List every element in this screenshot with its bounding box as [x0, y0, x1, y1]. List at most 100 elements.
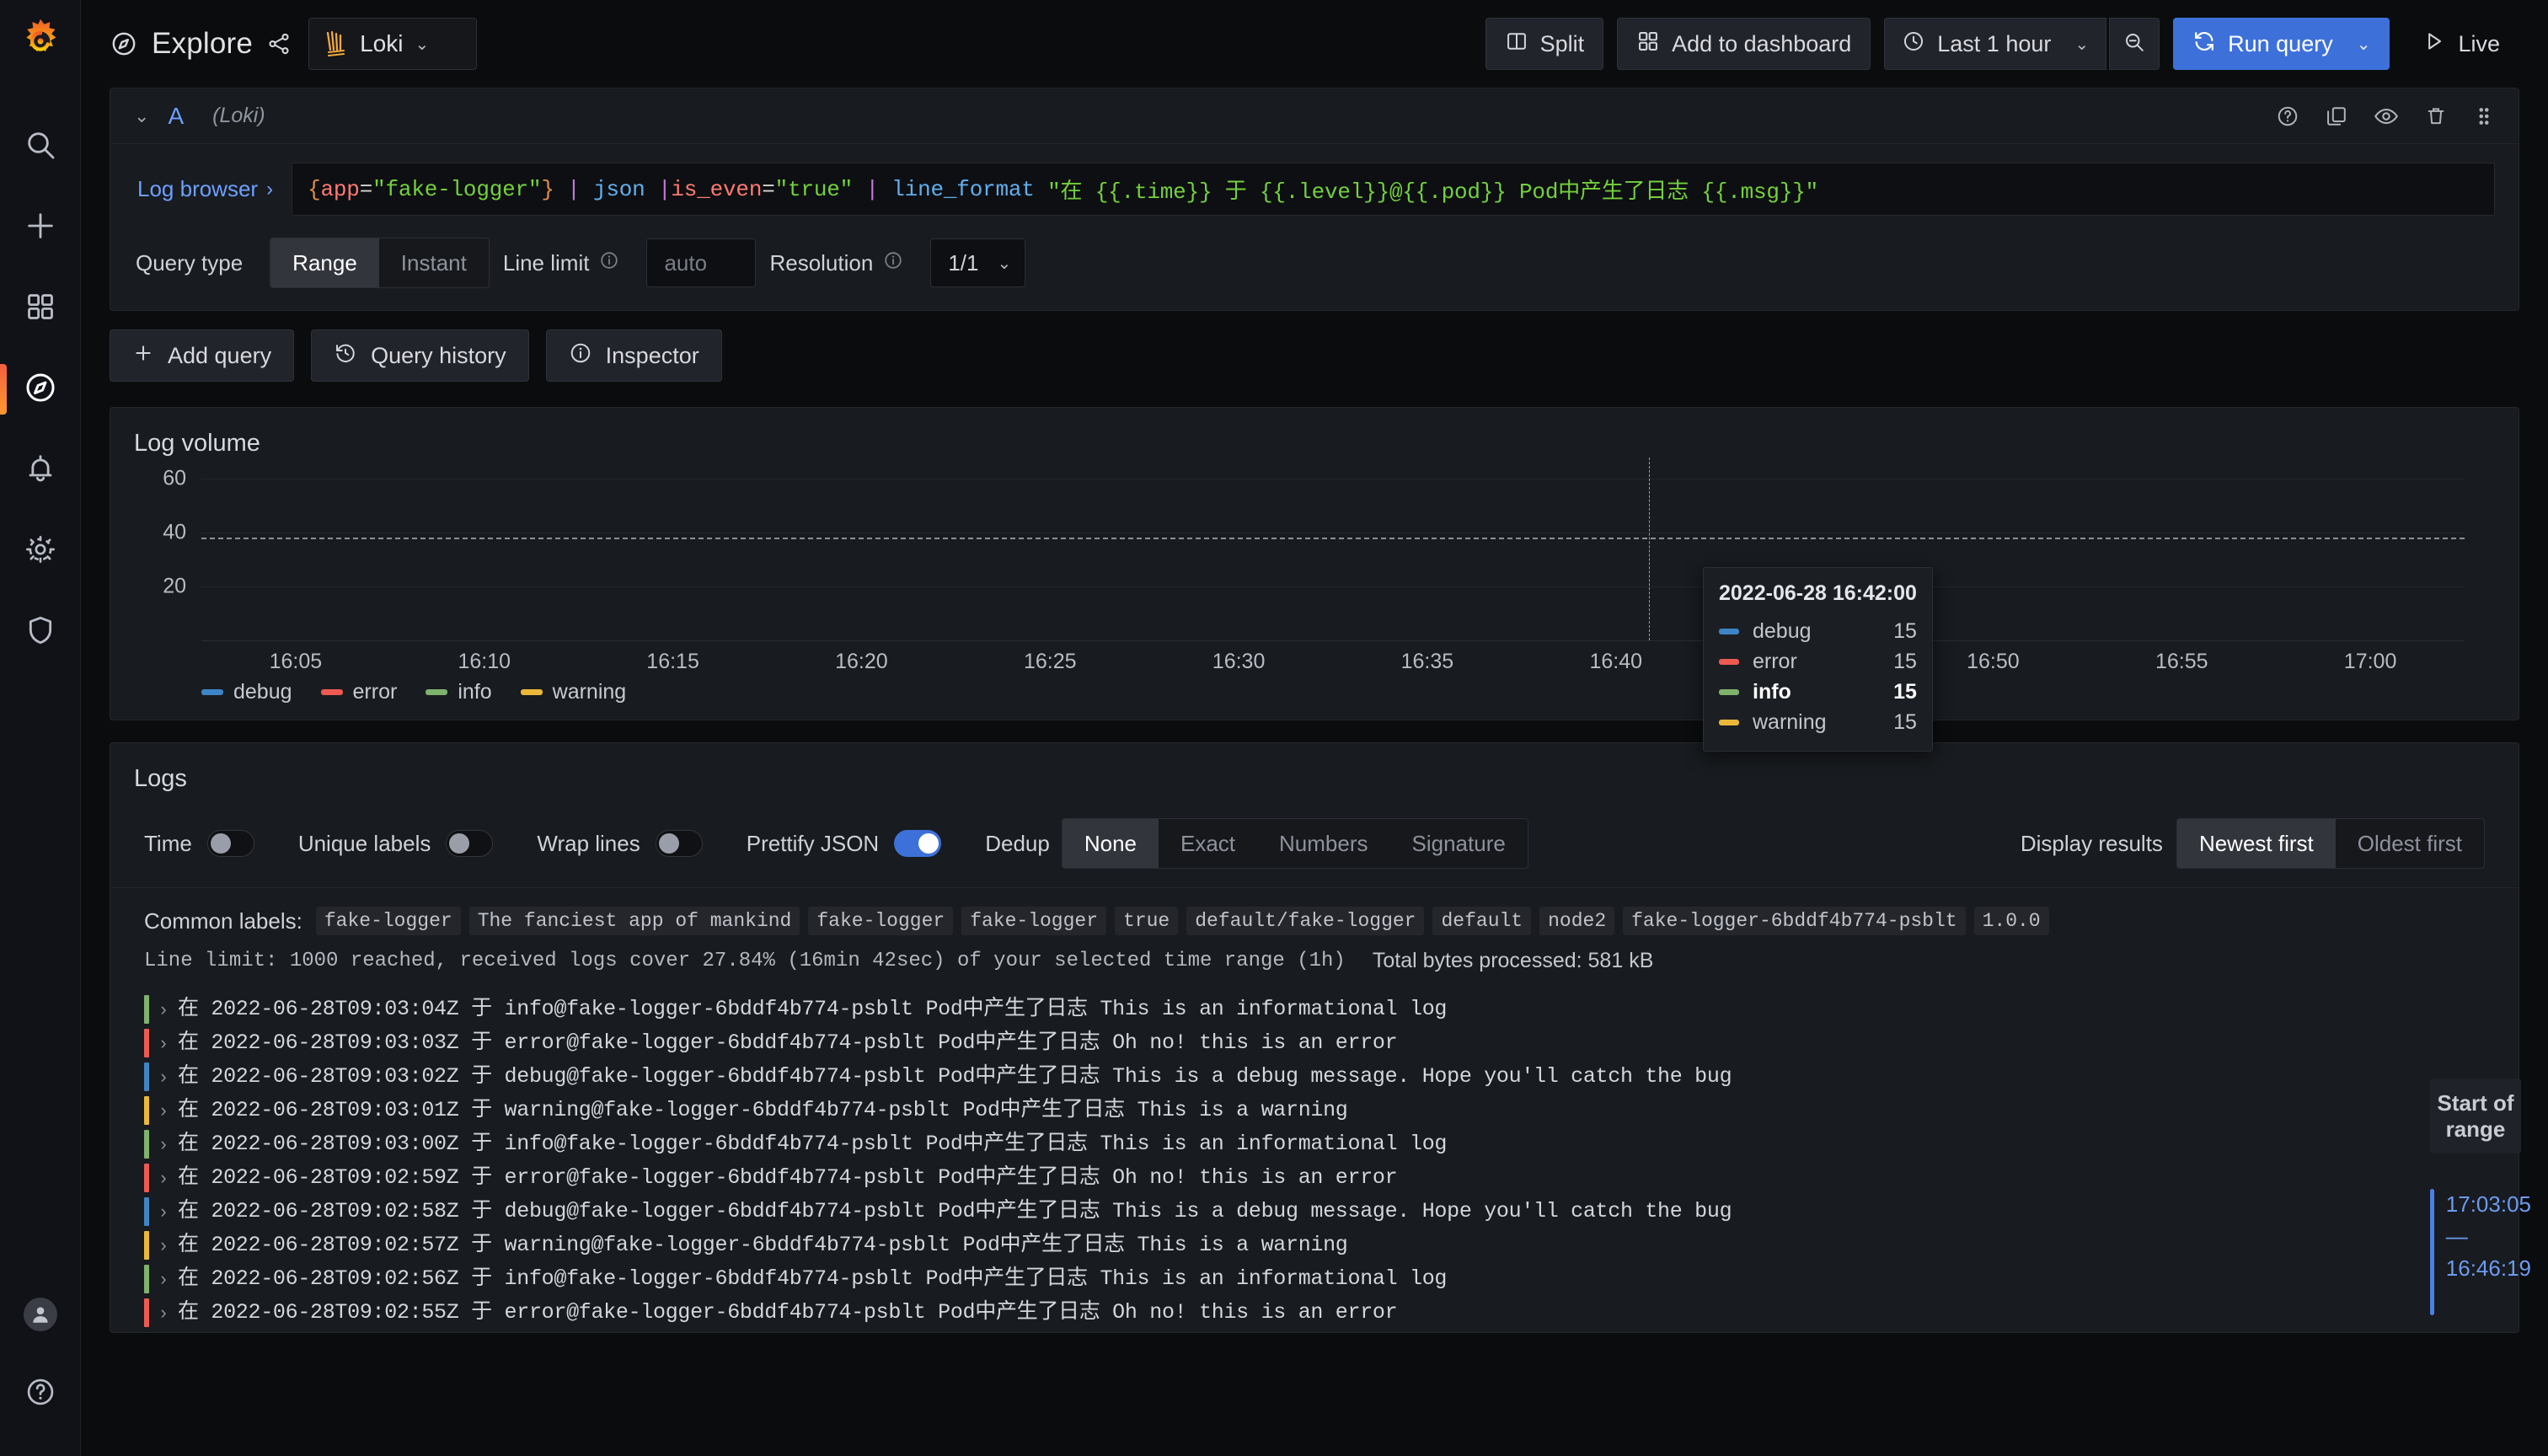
resolution-select[interactable]: 1/1 ⌄: [930, 238, 1026, 287]
avatar[interactable]: [0, 1276, 81, 1353]
logs-scroll-marker[interactable]: 17:03:05 — 16:46:19: [2430, 1189, 2531, 1316]
bar-slot[interactable]: [867, 468, 901, 640]
common-label-chip[interactable]: default/fake-logger: [1186, 907, 1425, 935]
sidebar-item-dashboards[interactable]: [0, 268, 81, 349]
bar-slot[interactable]: [1333, 468, 1367, 640]
sidebar-item-alerting[interactable]: [0, 430, 81, 511]
bar-slot[interactable]: [967, 468, 1001, 640]
dedup-option-signature[interactable]: Signature: [1390, 819, 1528, 868]
bar-slot[interactable]: [1100, 468, 1134, 640]
query-ref-id[interactable]: A: [168, 103, 184, 130]
drag-handle-icon[interactable]: [2473, 104, 2495, 128]
log-row[interactable]: › 在 2022-06-28T09:02:55Z 于 error@fake-log…: [144, 1298, 2485, 1332]
bar-slot[interactable]: [701, 468, 735, 640]
bar-slot[interactable]: [834, 468, 868, 640]
dedup-option-exact[interactable]: Exact: [1159, 819, 1257, 868]
info-circle-icon[interactable]: [599, 250, 619, 276]
time-range-picker[interactable]: Last 1 hour ⌄: [1884, 18, 2107, 70]
log-row[interactable]: › 在 2022-06-28T09:03:01Z 于 warning@fake-l…: [144, 1096, 2485, 1130]
bar-slot[interactable]: [201, 468, 235, 640]
log-row[interactable]: › 在 2022-06-28T09:03:03Z 于 error@fake-log…: [144, 1029, 2485, 1063]
log-row[interactable]: › 在 2022-06-28T09:02:58Z 于 debug@fake-log…: [144, 1197, 2485, 1231]
sidebar-item-create[interactable]: [0, 187, 81, 268]
common-label-chip[interactable]: fake-logger-6bddf4b774-psblt: [1623, 907, 1966, 935]
bar-slot[interactable]: [2099, 468, 2133, 640]
bar-slot[interactable]: [2365, 468, 2399, 640]
legend-item-warning[interactable]: warning: [520, 680, 626, 704]
add-to-dashboard-button[interactable]: Add to dashboard: [1617, 18, 1871, 70]
inspector-button[interactable]: Inspector: [545, 329, 722, 382]
time-toggle[interactable]: [206, 830, 254, 857]
datasource-picker[interactable]: Loki ⌄: [308, 18, 478, 70]
add-query-button[interactable]: Add query: [110, 329, 295, 382]
bar-slot[interactable]: [2032, 468, 2066, 640]
prettify-json-toggle[interactable]: [894, 830, 942, 857]
line-limit-input[interactable]: auto: [646, 238, 757, 287]
bar-slot[interactable]: [1466, 468, 1500, 640]
common-label-chip[interactable]: The fanciest app of mankind: [468, 907, 800, 935]
info-circle-icon[interactable]: [883, 250, 903, 276]
bar-slot[interactable]: [368, 468, 402, 640]
scroll-indicator[interactable]: [2430, 1189, 2434, 1316]
sidebar-item-server-admin[interactable]: [0, 592, 81, 672]
chevron-right-icon[interactable]: ›: [149, 1298, 178, 1327]
sidebar-item-search[interactable]: [0, 106, 81, 187]
dedup-option-none[interactable]: None: [1062, 819, 1159, 868]
common-label-chip[interactable]: node2: [1539, 907, 1615, 935]
log-row[interactable]: › 在 2022-06-28T09:02:57Z 于 warning@fake-l…: [144, 1231, 2485, 1265]
bar-slot[interactable]: [800, 468, 834, 640]
bar-slot[interactable]: [1300, 468, 1334, 640]
bar-slot[interactable]: [435, 468, 468, 640]
start-of-range-button[interactable]: Start of range: [2430, 1079, 2521, 1154]
bar-slot[interactable]: [667, 468, 701, 640]
bar-slot[interactable]: [634, 468, 668, 640]
log-browser-button[interactable]: Log browser ›: [134, 163, 292, 216]
bar-slot[interactable]: [2065, 468, 2099, 640]
chevron-right-icon[interactable]: ›: [149, 1096, 178, 1125]
run-query-button[interactable]: Run query ⌄: [2173, 18, 2390, 70]
bar-slot[interactable]: [268, 468, 302, 640]
query-type-instant[interactable]: Instant: [379, 238, 489, 287]
bar-slot[interactable]: [501, 468, 535, 640]
bar-slot[interactable]: [468, 468, 501, 640]
plot-area[interactable]: 20 40 60: [163, 458, 2465, 641]
bar-slot[interactable]: [1200, 468, 1234, 640]
bar-slot[interactable]: [1433, 468, 1467, 640]
common-label-chip[interactable]: default: [1432, 907, 1532, 935]
common-label-chip[interactable]: 1.0.0: [1973, 907, 2049, 935]
grafana-logo[interactable]: [12, 12, 69, 69]
bar-slot[interactable]: [2299, 468, 2332, 640]
bar-slot[interactable]: [1999, 468, 2032, 640]
display-option-newest-first[interactable]: Newest first: [2176, 819, 2336, 868]
bar-slot[interactable]: [2132, 468, 2165, 640]
bar-slot[interactable]: [2432, 468, 2465, 640]
log-volume-chart[interactable]: 20 40 60 16:05 16:10 16:15 16:20 16:25 16:30 16:…: [110, 458, 2519, 752]
chevron-right-icon[interactable]: ›: [149, 1063, 178, 1091]
help-circle-icon[interactable]: [0, 1353, 81, 1431]
common-label-chip[interactable]: fake-logger: [808, 907, 954, 935]
bar-slot[interactable]: [1966, 468, 1999, 640]
trash-icon[interactable]: [2424, 104, 2448, 128]
dedup-option-numbers[interactable]: Numbers: [1257, 819, 1389, 868]
chevron-right-icon[interactable]: ›: [149, 1029, 178, 1057]
query-type-range[interactable]: Range: [270, 238, 379, 287]
chevron-right-icon[interactable]: ›: [149, 1164, 178, 1192]
common-label-chip[interactable]: fake-logger: [961, 907, 1107, 935]
wrap-lines-toggle[interactable]: [655, 830, 703, 857]
bar-slot[interactable]: [1234, 468, 1267, 640]
split-button[interactable]: Split: [1485, 18, 1604, 70]
bar-slot[interactable]: [1599, 468, 1633, 640]
copy-icon[interactable]: [2325, 104, 2348, 128]
bar-slot[interactable]: [2198, 468, 2232, 640]
share-icon[interactable]: [266, 31, 292, 56]
bar-slot[interactable]: [1566, 468, 1600, 640]
bar-slot[interactable]: [1367, 468, 1400, 640]
display-option-oldest-first[interactable]: Oldest first: [2336, 819, 2484, 868]
sidebar-item-configuration[interactable]: [0, 511, 81, 592]
legend-item-info[interactable]: info: [426, 680, 492, 704]
bar-slot[interactable]: [2265, 468, 2299, 640]
bar-slot[interactable]: [1067, 468, 1100, 640]
bar-slot[interactable]: [1400, 468, 1433, 640]
bar-slot[interactable]: [1000, 468, 1034, 640]
help-circle-icon[interactable]: [2276, 104, 2299, 128]
